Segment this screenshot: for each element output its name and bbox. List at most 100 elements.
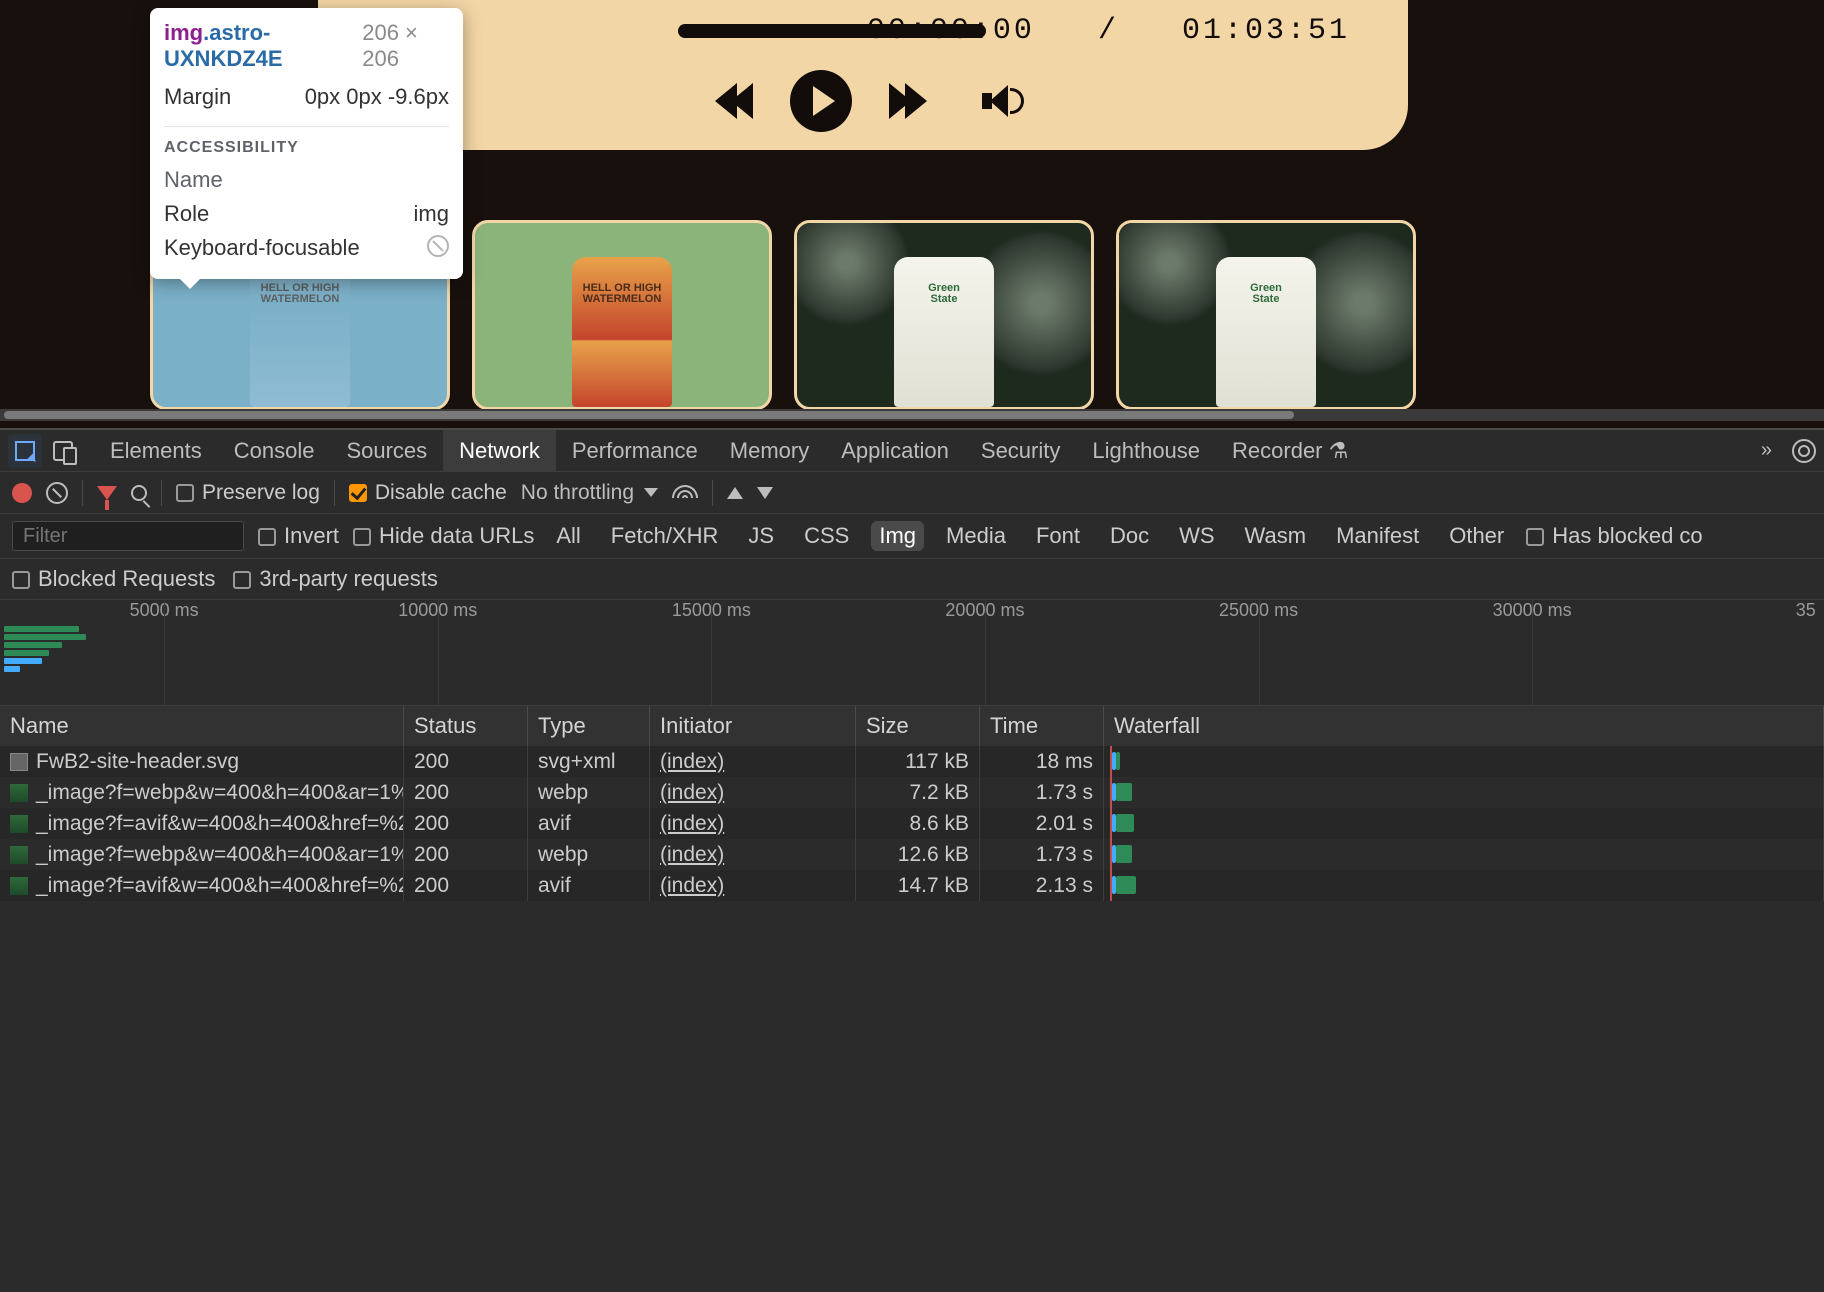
throttling-select[interactable]: No throttling	[521, 481, 658, 505]
device-toolbar-button[interactable]	[46, 434, 80, 468]
file-type-icon	[10, 877, 28, 895]
request-time: 2.01 s	[980, 808, 1104, 839]
hide-data-urls-checkbox[interactable]: Hide data URLs	[353, 523, 534, 549]
request-name: _image?f=avif&w=400&h=400&href=%2Fima…	[36, 812, 404, 836]
gallery-thumb[interactable]: Green State	[1116, 220, 1416, 410]
tooltip-kbf-label: Keyboard-focusable	[164, 235, 360, 261]
tab-memory[interactable]: Memory	[714, 430, 825, 472]
request-type: avif	[528, 870, 650, 901]
preserve-log-checkbox[interactable]: Preserve log	[176, 481, 320, 505]
col-waterfall[interactable]: Waterfall	[1104, 706, 1824, 746]
col-initiator[interactable]: Initiator	[650, 706, 856, 746]
volume-icon	[982, 83, 1018, 119]
import-har-button[interactable]	[727, 487, 743, 499]
tab-lighthouse[interactable]: Lighthouse	[1076, 430, 1216, 472]
type-fetch-xhr[interactable]: Fetch/XHR	[603, 521, 727, 551]
gallery-thumb[interactable]: Green State	[794, 220, 1094, 410]
tab-application[interactable]: Application	[825, 430, 965, 472]
can-image: Green State	[1216, 257, 1316, 407]
page-horizontal-scrollbar[interactable]	[0, 409, 1824, 421]
blocked-requests-checkbox[interactable]: Blocked Requests	[12, 566, 215, 592]
table-row[interactable]: FwB2-site-header.svg200svg+xml(index)117…	[0, 746, 1824, 777]
type-doc[interactable]: Doc	[1102, 521, 1157, 551]
tab-console[interactable]: Console	[218, 430, 331, 472]
request-initiator[interactable]: (index)	[660, 781, 724, 805]
invert-checkbox[interactable]: Invert	[258, 523, 339, 549]
type-font[interactable]: Font	[1028, 521, 1088, 551]
tab-recorder[interactable]: Recorder ⚗	[1216, 430, 1364, 472]
forward-button[interactable]	[886, 76, 936, 126]
filter-input[interactable]	[12, 521, 244, 551]
type-media[interactable]: Media	[938, 521, 1014, 551]
type-wasm[interactable]: Wasm	[1237, 521, 1315, 551]
col-type[interactable]: Type	[528, 706, 650, 746]
waterfall-cell	[1104, 777, 1824, 808]
player-time: 00:00:00 / 01:03:51	[867, 14, 1350, 48]
type-ws[interactable]: WS	[1171, 521, 1222, 551]
clear-button[interactable]	[46, 482, 68, 504]
play-button[interactable]	[790, 70, 852, 132]
tooltip-selector: img.astro-UXNKDZ4E	[164, 20, 362, 72]
has-blocked-cookies-checkbox[interactable]: Has blocked co	[1526, 523, 1702, 549]
table-row[interactable]: _image?f=webp&w=400&h=400&ar=1%3A1&…200w…	[0, 839, 1824, 870]
search-button[interactable]	[131, 485, 147, 501]
request-initiator[interactable]: (index)	[660, 843, 724, 867]
record-button[interactable]	[12, 483, 32, 503]
table-row[interactable]: _image?f=webp&w=400&h=400&ar=1%3A1&…200w…	[0, 777, 1824, 808]
request-size: 8.6 kB	[856, 808, 980, 839]
request-initiator[interactable]: (index)	[660, 812, 724, 836]
more-tabs-button[interactable]: »	[1751, 439, 1782, 462]
third-party-requests-checkbox[interactable]: 3rd-party requests	[233, 566, 438, 592]
tooltip-margin-label: Margin	[164, 84, 231, 110]
network-conditions-button[interactable]	[672, 485, 698, 501]
scrollbar-thumb[interactable]	[4, 411, 1294, 419]
flask-icon: ⚗	[1329, 438, 1349, 463]
type-other[interactable]: Other	[1441, 521, 1512, 551]
tooltip-role-label: Role	[164, 201, 209, 227]
table-header: Name Status Type Initiator Size Time Wat…	[0, 706, 1824, 746]
network-filter-bar-2: Blocked Requests 3rd-party requests	[0, 559, 1824, 600]
tab-security[interactable]: Security	[965, 430, 1076, 472]
inspect-element-button[interactable]	[8, 434, 42, 468]
request-size: 7.2 kB	[856, 777, 980, 808]
type-css[interactable]: CSS	[796, 521, 857, 551]
settings-button[interactable]	[1792, 439, 1816, 463]
volume-button[interactable]	[970, 76, 1020, 126]
request-status: 200	[404, 839, 528, 870]
waterfall-cell	[1104, 808, 1824, 839]
tooltip-name-label: Name	[164, 167, 223, 193]
tab-sources[interactable]: Sources	[330, 430, 443, 472]
gallery-thumb[interactable]: HELL OR HIGH WATERMELON	[472, 220, 772, 410]
type-all[interactable]: All	[548, 521, 588, 551]
tab-network[interactable]: Network	[443, 430, 556, 472]
request-initiator[interactable]: (index)	[660, 750, 724, 774]
request-initiator[interactable]: (index)	[660, 874, 724, 898]
waterfall-cell	[1104, 870, 1824, 901]
export-har-button[interactable]	[757, 487, 773, 499]
table-row[interactable]: _image?f=avif&w=400&h=400&href=%2Fima…20…	[0, 870, 1824, 901]
rewind-button[interactable]	[706, 76, 756, 126]
type-img[interactable]: Img	[871, 521, 924, 551]
request-status: 200	[404, 808, 528, 839]
disable-cache-checkbox[interactable]: Disable cache	[349, 481, 507, 505]
type-js[interactable]: JS	[740, 521, 782, 551]
tooltip-margin-value: 0px 0px -9.6px	[305, 84, 449, 110]
player-total-time: 01:03:51	[1182, 14, 1350, 48]
tab-performance[interactable]: Performance	[556, 430, 714, 472]
filter-toggle-button[interactable]	[97, 486, 117, 500]
file-type-icon	[10, 784, 28, 802]
col-time[interactable]: Time	[980, 706, 1104, 746]
col-size[interactable]: Size	[856, 706, 980, 746]
can-image: Green State	[894, 257, 994, 407]
col-status[interactable]: Status	[404, 706, 528, 746]
request-size: 117 kB	[856, 746, 980, 777]
audio-player: 00:00:00 / 01:03:51	[318, 0, 1408, 150]
tooltip-dimensions: 206 × 206	[362, 20, 449, 72]
tab-elements[interactable]: Elements	[94, 430, 218, 472]
network-timeline[interactable]: 5000 ms 10000 ms 15000 ms 20000 ms 25000…	[0, 600, 1824, 706]
col-name[interactable]: Name	[0, 706, 404, 746]
request-time: 1.73 s	[980, 777, 1104, 808]
devtools-panel: Elements Console Sources Network Perform…	[0, 428, 1824, 1292]
table-row[interactable]: _image?f=avif&w=400&h=400&href=%2Fima…20…	[0, 808, 1824, 839]
type-manifest[interactable]: Manifest	[1328, 521, 1427, 551]
